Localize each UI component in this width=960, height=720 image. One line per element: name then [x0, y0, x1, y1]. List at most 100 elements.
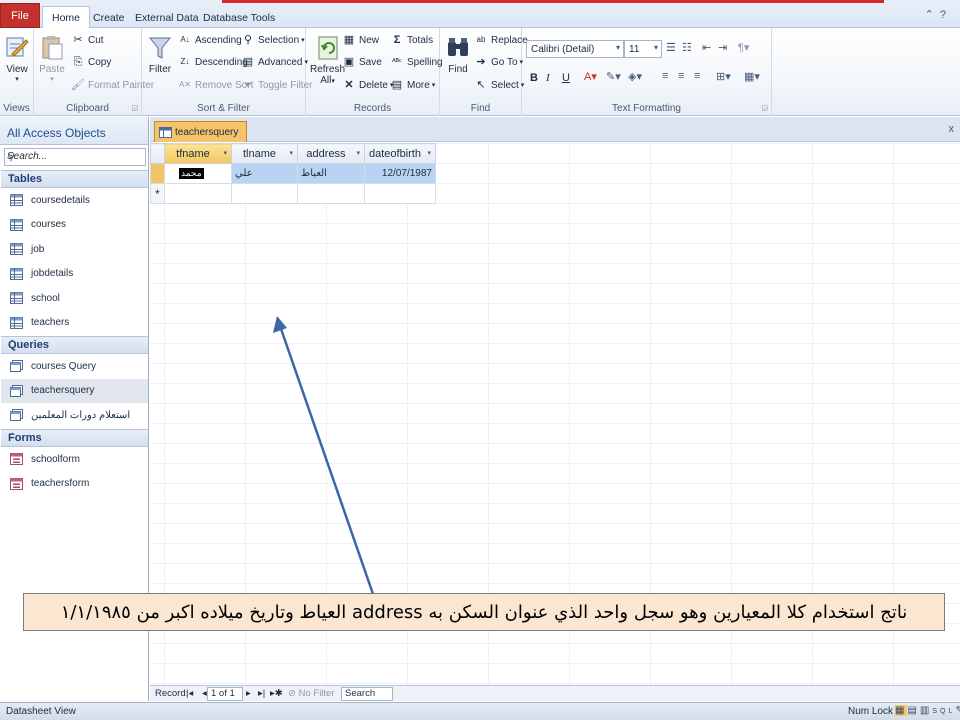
nav-pane-header[interactable]: All Access Objects ⊙« — [0, 117, 160, 148]
nav-table-item-4[interactable]: school — [1, 286, 148, 310]
highlight-icon[interactable]: ✎▾ — [606, 70, 621, 83]
increase-indent-icon[interactable]: ⇥ — [718, 41, 727, 54]
design-view-icon[interactable]: ✎ — [955, 705, 960, 716]
decrease-indent-icon[interactable]: ⇤ — [702, 41, 711, 54]
tab-home[interactable]: Home — [42, 6, 91, 28]
chevron-down-icon[interactable]: ▾ — [427, 149, 431, 157]
nav-table-item-2[interactable]: job — [1, 237, 148, 261]
select-button[interactable]: ↖ Select ▾ — [474, 79, 524, 91]
font-size-combo[interactable]: 11 ▾ — [624, 40, 662, 58]
table-row[interactable]: محمد علي العياط 12/07/1987 — [150, 163, 436, 184]
view-switcher[interactable]: ▦▤▥SQL✎ — [895, 705, 960, 716]
chevron-down-icon[interactable]: ▾ — [356, 149, 360, 157]
nav-form-item-1[interactable]: teachersform — [1, 472, 148, 496]
nav-table-item-0[interactable]: coursedetails — [1, 188, 148, 212]
nav-section-queries[interactable]: Queries ⌃ — [1, 336, 148, 354]
minimize-ribbon-icon[interactable]: ⌃ — [925, 9, 940, 21]
no-filter-indicator[interactable]: ⊘ No Filter — [288, 688, 335, 699]
nav-search-input[interactable]: Search... ⚲ — [4, 148, 146, 166]
cut-button[interactable]: ✂ Cut — [71, 34, 103, 46]
cell-new-address[interactable] — [297, 183, 365, 204]
select-all-corner[interactable] — [150, 143, 165, 164]
find-button[interactable]: Find — [445, 34, 471, 75]
pivottable-view-icon[interactable]: ▤ — [907, 705, 919, 716]
first-record-icon[interactable]: |◂ — [186, 688, 193, 699]
fill-color-icon[interactable]: ◈▾ — [628, 70, 642, 83]
cell-address[interactable]: العياط — [297, 163, 365, 184]
column-header-dateofbirth[interactable]: dateofbirth ▾ — [364, 143, 436, 164]
spelling-button[interactable]: ᴬᴮᶜ Spelling — [390, 56, 442, 68]
chevron-down-icon[interactable]: ▾ — [289, 149, 293, 157]
help-icon[interactable]: ? — [940, 9, 952, 21]
goto-button[interactable]: ➔ Go To ▾ — [474, 56, 523, 68]
pivotchart-view-icon[interactable]: ▥ — [920, 705, 932, 716]
sql-view-icon[interactable]: SQL — [932, 708, 955, 715]
tab-database-tools[interactable]: Database Tools — [194, 7, 284, 28]
column-header-tlname[interactable]: tlname ▾ — [231, 143, 298, 164]
paste-button[interactable]: Paste ▾ — [39, 34, 65, 83]
delete-record-button[interactable]: ✕ Delete ▾ — [342, 79, 393, 91]
descending-button[interactable]: Z↓ Descending — [178, 56, 248, 68]
numbering-icon[interactable]: ☷ — [682, 41, 692, 54]
dialog-launcher-icon[interactable]: ◲ — [131, 104, 138, 112]
close-document-icon[interactable]: x — [949, 123, 955, 135]
gridlines-icon[interactable]: ⊞▾ — [716, 70, 731, 83]
document-tab-teachersquery[interactable]: teachersquery — [154, 121, 248, 142]
alternate-row-color-icon[interactable]: ▦▾ — [744, 70, 760, 83]
nav-table-item-5[interactable]: teachers — [1, 311, 148, 335]
column-header-address[interactable]: address ▾ — [297, 143, 365, 164]
selection-button[interactable]: ⚲ Selection ▾ — [241, 34, 305, 46]
record-selector[interactable] — [150, 163, 165, 184]
chevron-down-icon[interactable]: ▾ — [223, 149, 227, 157]
new-blank-record-icon[interactable]: ▸✱ — [270, 688, 283, 699]
filter-button[interactable]: Filter — [147, 34, 173, 75]
refresh-all-button[interactable]: Refresh All▾ — [310, 34, 345, 86]
more-button[interactable]: ▤ More ▾ — [390, 79, 436, 91]
nav-query-item-1[interactable]: teachersquery — [1, 378, 148, 403]
new-record-button[interactable]: ▦ New — [342, 34, 379, 46]
last-record-icon[interactable]: ▸| — [258, 688, 265, 699]
new-record-row[interactable]: * — [150, 183, 436, 204]
replace-button[interactable]: ab Replace — [474, 34, 528, 46]
cell-new-tlname[interactable] — [231, 183, 298, 204]
cell-dateofbirth[interactable]: 12/07/1987 — [364, 163, 436, 184]
font-color-icon[interactable]: A▾ — [584, 70, 597, 83]
nav-section-forms[interactable]: Forms ⌃ — [1, 429, 148, 447]
save-icon: ▣ — [343, 56, 355, 68]
ascending-button[interactable]: A↓ Ascending — [178, 34, 241, 46]
totals-button[interactable]: Σ Totals — [390, 34, 433, 46]
nav-query-item-0[interactable]: courses Query — [1, 354, 148, 378]
save-record-button[interactable]: ▣ Save — [342, 56, 382, 68]
toggle-filter-button[interactable]: ⏷ Toggle Filter — [241, 79, 313, 91]
advanced-button[interactable]: ▤ Advanced ▾ — [241, 56, 308, 68]
column-header-tfname[interactable]: tfname ▾ — [164, 143, 232, 164]
align-left-icon[interactable]: ≡ — [662, 70, 668, 82]
nav-form-item-0[interactable]: schoolform — [1, 447, 148, 471]
bold-button[interactable]: B — [530, 72, 538, 84]
datasheet-view-icon[interactable]: ▦ — [895, 705, 908, 716]
italic-button[interactable]: I — [546, 72, 550, 84]
nav-query-item-2[interactable]: استعلام دورات المعلمين — [1, 403, 148, 427]
ribbon-controls[interactable]: ⌃? — [925, 8, 952, 21]
align-center-icon[interactable]: ≡ — [678, 70, 684, 82]
next-record-icon[interactable]: ▸ — [246, 688, 251, 699]
record-search-input[interactable]: Search — [341, 687, 393, 701]
align-right-icon[interactable]: ≡ — [694, 70, 700, 82]
nav-table-item-3[interactable]: jobdetails — [1, 262, 148, 286]
cell-tfname[interactable]: محمد — [164, 163, 232, 184]
view-button[interactable]: View ▾ — [4, 34, 30, 83]
cell-new-tfname[interactable] — [164, 183, 232, 204]
nav-table-item-1[interactable]: courses — [1, 213, 148, 237]
cell-tlname[interactable]: علي — [231, 163, 298, 184]
current-record-field[interactable]: 1 of 1 — [207, 687, 243, 701]
dialog-launcher-icon[interactable]: ◲ — [761, 104, 768, 112]
cell-new-dateofbirth[interactable] — [364, 183, 436, 204]
nav-section-tables[interactable]: Tables ⌃ — [1, 170, 148, 188]
underline-button[interactable]: U — [562, 72, 570, 84]
copy-button[interactable]: ⎘ Copy — [71, 56, 112, 68]
bullets-icon[interactable]: ☰ — [666, 41, 676, 54]
new-record-marker[interactable]: * — [150, 183, 165, 204]
file-tab[interactable]: File — [0, 3, 40, 28]
paragraph-direction-icon[interactable]: ¶▾ — [738, 41, 749, 54]
font-name-combo[interactable]: Calibri (Detail) ▾ — [526, 40, 624, 58]
